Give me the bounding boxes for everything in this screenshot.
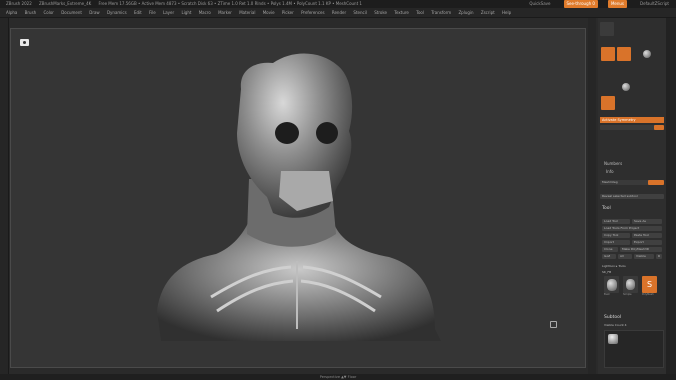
tool-menu-header[interactable]: Tool <box>602 206 611 211</box>
menu-tool[interactable]: Tool <box>416 10 424 15</box>
menu-zscript[interactable]: Zscript <box>481 10 495 15</box>
info-label: Info <box>606 169 614 174</box>
menu-stroke[interactable]: Stroke <box>374 10 387 15</box>
gizmo-icon[interactable] <box>550 321 557 328</box>
stroke-tile[interactable] <box>617 47 631 61</box>
activate-symmetry-button[interactable]: Activate Symmetry <box>600 117 664 123</box>
save-as-button[interactable]: Save As <box>632 219 662 224</box>
paste-tool-button[interactable]: Paste Tool <box>632 233 662 238</box>
menu-draw[interactable]: Draw <box>89 10 99 15</box>
subtool-item-thumbnail[interactable] <box>608 334 618 344</box>
see-through-slider[interactable]: See-through 0 <box>563 0 598 8</box>
menu-dynamics[interactable]: Dynamics <box>107 10 127 15</box>
r-button[interactable]: R <box>656 254 662 259</box>
menu-preferences[interactable]: Preferences <box>301 10 325 15</box>
thumb-polymesh[interactable]: S PolyMesh <box>642 276 657 296</box>
menu-marker[interactable]: Marker <box>218 10 232 15</box>
viewport-canvas[interactable] <box>10 28 586 368</box>
subtool-header[interactable]: Subtool <box>604 315 621 320</box>
app-name: ZBrush 2022 <box>6 1 32 6</box>
menus-button[interactable]: Menus <box>607 0 628 8</box>
right-eye-socket <box>316 122 338 144</box>
menu-picker[interactable]: Picker <box>282 10 294 15</box>
all-button[interactable]: All <box>618 254 632 259</box>
material-sphere-icon[interactable] <box>643 50 651 58</box>
texture-tile[interactable] <box>601 96 615 110</box>
right-scrollbar[interactable] <box>666 18 676 374</box>
menu-help[interactable]: Help <box>502 10 511 15</box>
visible-button[interactable]: Visible <box>634 254 654 259</box>
menu-movie[interactable]: Movie <box>263 10 275 15</box>
export-button[interactable]: Export <box>632 240 662 245</box>
bust-model[interactable] <box>11 29 587 369</box>
menu-file[interactable]: File <box>149 10 156 15</box>
subtool-list[interactable] <box>604 330 664 368</box>
menu-brush[interactable]: Brush <box>25 10 37 15</box>
material-tile[interactable] <box>601 47 615 61</box>
main-menu-bar: Alpha Brush Color Document Draw Dynamics… <box>0 8 676 18</box>
menu-material[interactable]: Material <box>239 10 255 15</box>
thumb-bust[interactable]: Bust <box>604 276 619 296</box>
bottom-tray: Perspective ▲▼ Floor <box>0 374 676 380</box>
left-eye-socket <box>275 122 299 144</box>
menu-zplugin[interactable]: Zplugin <box>458 10 473 15</box>
default-zscript-button[interactable]: DefaultZScript <box>637 0 672 8</box>
make-polymesh-button[interactable]: Make PolyMesh3D <box>620 247 662 252</box>
tool-thumbnails: Bust Simple S PolyMesh <box>604 276 657 296</box>
menu-color[interactable]: Color <box>43 10 53 15</box>
title-bar: ZBrush 2022 ZBrushMarks_Extreme_4K Free … <box>0 0 676 8</box>
status-info: Free Mem 17.56GB • Active Mem 4873 • Scr… <box>98 1 362 6</box>
clone-button[interactable]: Clone <box>602 247 618 252</box>
menu-macro[interactable]: Macro <box>199 10 211 15</box>
left-tray[interactable] <box>0 18 9 374</box>
menu-render[interactable]: Render <box>332 10 346 15</box>
bottom-tray-label[interactable]: Perspective ▲▼ Floor <box>320 375 357 379</box>
menu-edit[interactable]: Edit <box>134 10 142 15</box>
visible-count-label: Visible Count 4 <box>604 323 627 327</box>
menu-layer[interactable]: Layer <box>163 10 174 15</box>
quicksave-button[interactable]: QuickSave <box>526 0 553 8</box>
numbers-label: Numbers <box>604 161 623 166</box>
menu-stencil[interactable]: Stencil <box>353 10 367 15</box>
menu-document[interactable]: Document <box>61 10 82 15</box>
right-panel: Activate Symmetry Numbers Info MeshInteg… <box>598 18 666 374</box>
symmetry-slider[interactable] <box>600 125 664 130</box>
thumb-bust-caption: Bust <box>604 293 610 296</box>
right-tray-strip[interactable] <box>588 18 596 374</box>
reveal-selected-button[interactable]: Reveal selected subtool <box>600 194 664 199</box>
lightbox-tools-label[interactable]: Lightbox ▸ Tools <box>602 264 626 268</box>
menu-transform[interactable]: Transform <box>431 10 451 15</box>
import-button[interactable]: Import <box>602 240 630 245</box>
thumb-simple[interactable]: Simple <box>623 276 638 296</box>
menu-light[interactable]: Light <box>181 10 191 15</box>
goz-button[interactable]: GoZ <box>602 254 616 259</box>
load-tools-from-project-button[interactable]: Load Tools From Project <box>602 226 662 231</box>
thumb-simple-caption: Simple <box>623 293 632 296</box>
project-name: ZBrushMarks_Extreme_4K <box>39 1 92 6</box>
load-tool-button[interactable]: Load Tool <box>602 219 630 224</box>
menu-texture[interactable]: Texture <box>394 10 409 15</box>
menu-alpha[interactable]: Alpha <box>6 10 17 15</box>
copy-tool-button[interactable]: Copy Tool <box>602 233 630 238</box>
title-bar-buttons: QuickSave See-through 0 Menus DefaultZSc… <box>520 0 676 8</box>
thumb-polymesh-caption: PolyMesh <box>642 293 654 296</box>
light-sphere-icon[interactable] <box>622 83 630 91</box>
mesh-integ-label: MeshInteg <box>602 180 618 184</box>
brush-tile[interactable] <box>600 22 614 36</box>
current-tool-name: SK_FB <box>602 270 612 274</box>
